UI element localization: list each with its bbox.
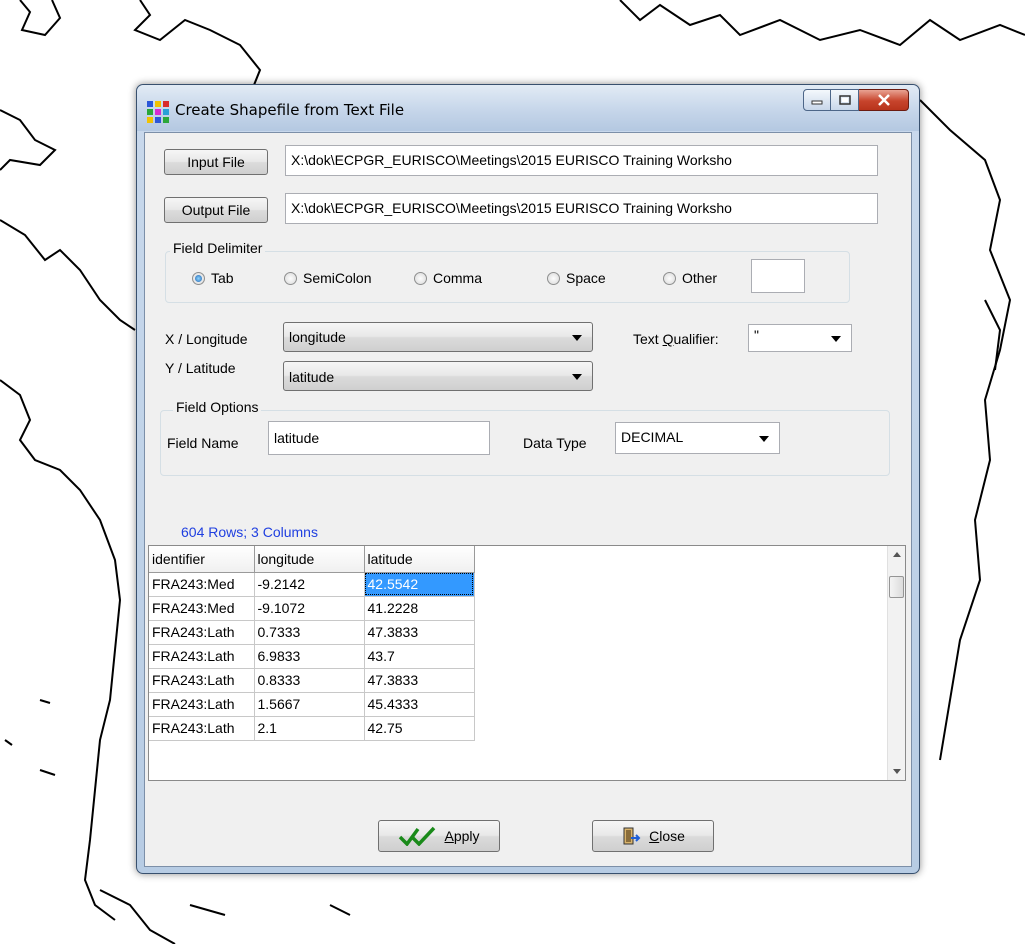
radio-other[interactable]: Other [663,270,717,286]
arrow-up-icon [892,552,901,557]
cell-longitude[interactable]: 2.1 [254,716,365,741]
data-table: identifier longitude latitude FRA243:Med… [149,546,475,741]
cell-longitude[interactable]: 6.9833 [254,644,365,669]
y-latitude-label: Y / Latitude [165,360,236,376]
input-file-path[interactable]: X:\dok\ECPGR_EURISCO\Meetings\2015 EURIS… [285,145,878,176]
table-row[interactable]: FRA243:Lath 0.7333 47.3833 [149,620,475,645]
x-longitude-label: X / Longitude [165,331,248,347]
chevron-down-icon [831,336,841,342]
table-row[interactable]: FRA243:Lath 1.5667 45.4333 [149,692,475,717]
y-latitude-value: latitude [289,369,335,385]
y-latitude-select[interactable]: latitude [283,361,593,391]
table-header-row: identifier longitude latitude [149,546,475,573]
scroll-up-button[interactable] [888,546,905,563]
field-name-label: Field Name [167,435,239,451]
cell-latitude[interactable]: 47.3833 [364,668,475,693]
x-longitude-value: longitude [289,329,346,345]
scroll-down-button[interactable] [888,763,905,780]
dialog-client-area: Input File X:\dok\ECPGR_EURISCO\Meetings… [144,132,912,867]
radio-semicolon-label: SemiColon [303,270,372,286]
close-icon [877,94,890,106]
cell-latitude[interactable]: 41.2228 [364,596,475,621]
cell-longitude[interactable]: -9.2142 [254,572,365,597]
x-longitude-select[interactable]: longitude [283,322,593,352]
table-row[interactable]: FRA243:Med -9.2142 42.5542 [149,572,475,597]
table-row[interactable]: FRA243:Lath 2.1 42.75 [149,716,475,741]
radio-comma-indicator [414,271,427,285]
radio-comma-label: Comma [433,270,483,286]
radio-space-indicator [547,271,560,285]
table-row[interactable]: FRA243:Med -9.1072 41.2228 [149,596,475,621]
close-window-button[interactable] [859,89,909,111]
app-grid-icon [147,101,169,123]
field-options-label: Field Options [173,399,262,415]
chevron-down-icon [572,374,582,380]
radio-tab-indicator [192,271,205,285]
output-file-path[interactable]: X:\dok\ECPGR_EURISCO\Meetings\2015 EURIS… [285,193,878,224]
cell-latitude-selected[interactable]: 42.5542 [364,572,475,597]
cell-identifier[interactable]: FRA243:Lath [149,716,255,741]
chevron-down-icon [759,436,769,442]
scroll-thumb[interactable] [889,576,904,598]
cell-identifier[interactable]: FRA243:Lath [149,620,255,645]
dialog-window: Create Shapefile from Text File Input Fi… [136,84,920,874]
cell-longitude[interactable]: -9.1072 [254,596,365,621]
cell-identifier[interactable]: FRA243:Lath [149,692,255,717]
row-count-summary: 604 Rows; 3 Columns [181,524,318,540]
cell-longitude[interactable]: 0.7333 [254,620,365,645]
radio-semicolon[interactable]: SemiColon [284,270,371,286]
other-delimiter-input[interactable] [751,259,805,293]
cell-latitude[interactable]: 45.4333 [364,692,475,717]
radio-other-indicator [663,271,676,285]
maximize-button[interactable] [831,89,859,111]
title-bar[interactable]: Create Shapefile from Text File [137,85,919,131]
cell-identifier[interactable]: FRA243:Lath [149,668,255,693]
field-delimiter-group [165,251,850,303]
checkmark-icon [398,826,438,846]
cell-latitude[interactable]: 43.7 [364,644,475,669]
column-header-latitude[interactable]: latitude [364,546,475,573]
data-grid[interactable]: identifier longitude latitude FRA243:Med… [148,545,906,781]
apply-label: Apply [444,828,480,844]
minimize-icon [811,100,823,105]
cell-latitude[interactable]: 47.3833 [364,620,475,645]
column-header-identifier[interactable]: identifier [149,546,255,573]
radio-space-label: Space [566,270,606,286]
data-type-select[interactable]: DECIMAL [615,422,780,454]
field-name-input[interactable]: latitude [268,421,490,455]
output-file-button[interactable]: Output File [164,197,268,223]
radio-semicolon-indicator [284,271,297,285]
radio-space[interactable]: Space [547,270,606,286]
maximize-icon [838,95,851,105]
exit-door-icon [621,826,643,846]
cell-latitude[interactable]: 42.75 [364,716,475,741]
radio-other-label: Other [682,270,718,286]
cell-longitude[interactable]: 1.5667 [254,692,365,717]
close-button[interactable]: Close [592,820,714,852]
cell-longitude[interactable]: 0.8333 [254,668,365,693]
cell-identifier[interactable]: FRA243:Med [149,596,255,621]
data-type-label: Data Type [523,435,587,451]
text-qualifier-label: Text Qualifier: [633,331,719,347]
arrow-down-icon [892,769,901,774]
apply-button[interactable]: Apply [378,820,500,852]
radio-comma[interactable]: Comma [414,270,482,286]
field-delimiter-label: Field Delimiter [170,240,266,256]
text-qualifier-value: " [754,327,759,343]
column-header-longitude[interactable]: longitude [254,546,365,573]
radio-tab-label: Tab [211,270,234,286]
window-title: Create Shapefile from Text File [175,101,405,119]
close-label: Close [649,828,685,844]
table-row[interactable]: FRA243:Lath 6.9833 43.7 [149,644,475,669]
grid-vertical-scrollbar[interactable] [887,546,905,780]
input-file-button[interactable]: Input File [164,149,268,175]
text-qualifier-select[interactable]: " [748,324,852,352]
table-row[interactable]: FRA243:Lath 0.8333 47.3833 [149,668,475,693]
data-type-value: DECIMAL [621,429,684,445]
cell-identifier[interactable]: FRA243:Lath [149,644,255,669]
cell-identifier[interactable]: FRA243:Med [149,572,255,597]
chevron-down-icon [572,335,582,341]
radio-tab[interactable]: Tab [192,270,234,286]
minimize-button[interactable] [803,89,831,111]
